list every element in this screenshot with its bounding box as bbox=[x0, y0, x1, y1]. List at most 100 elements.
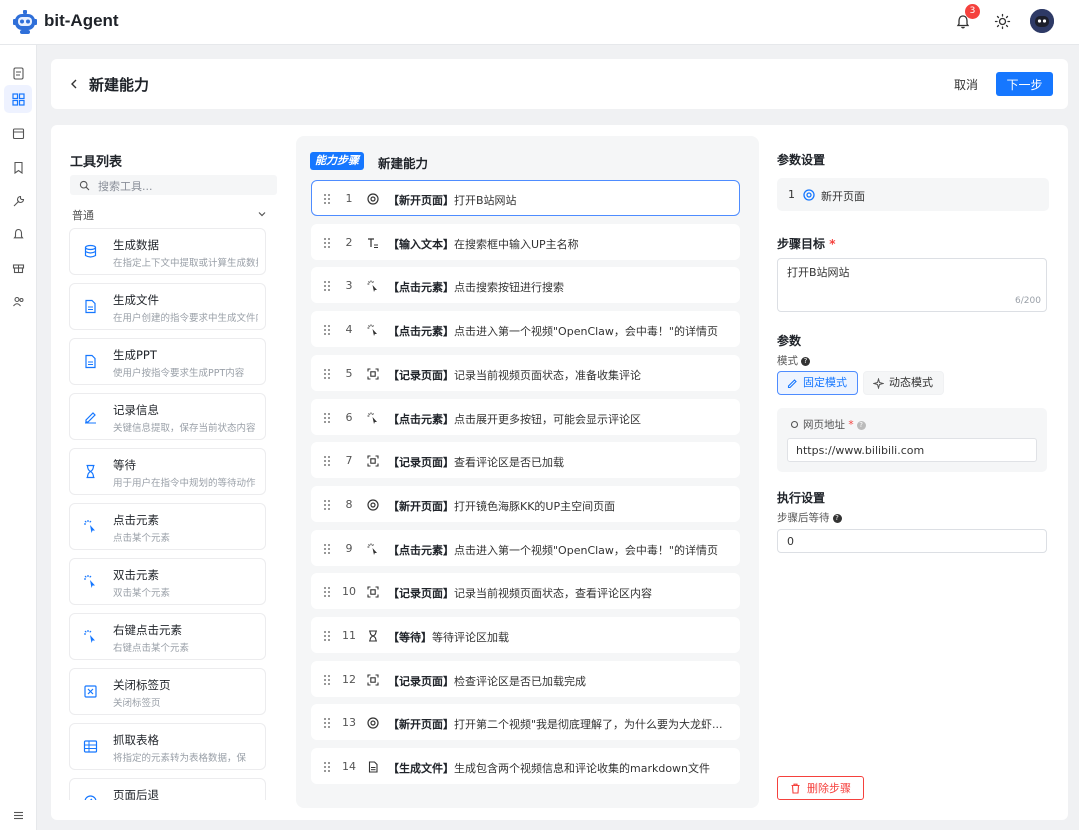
delete-step-button[interactable]: 删除步骤 bbox=[777, 776, 864, 800]
tool-item-click[interactable]: 点击元素 点击某个元素 bbox=[69, 503, 266, 550]
sidebar-collapse-button[interactable] bbox=[4, 801, 32, 829]
chevron-down-icon[interactable] bbox=[257, 209, 267, 219]
step-row[interactable]: 11 【等待】等待评论区加载 bbox=[311, 617, 740, 653]
bookmark-icon bbox=[13, 161, 23, 174]
goal-char-count: 6/200 bbox=[1015, 296, 1041, 306]
tool-item-wait[interactable]: 等待 用于用户在指令中规划的等待动作 bbox=[69, 448, 266, 495]
step-row[interactable]: 13 【新开页面】打开第二个视频"我是彻底理解了，为什么要为大龙虾... bbox=[311, 704, 740, 741]
sidebar-item-bookmarks[interactable] bbox=[4, 153, 32, 181]
drag-handle-icon[interactable] bbox=[323, 630, 331, 642]
step-row[interactable]: 1 【新开页面】打开B站网站 bbox=[311, 180, 740, 216]
notification-badge: 3 bbox=[965, 4, 980, 19]
sidebar-item-tools[interactable] bbox=[4, 187, 32, 215]
step-label: 【等待】等待评论区加载 bbox=[388, 629, 509, 645]
tool-group-label[interactable]: 普通 bbox=[72, 207, 94, 223]
tool-item-record-info[interactable]: 记录信息 关键信息提取，保存当前状态内容 bbox=[69, 393, 266, 440]
drag-handle-icon[interactable] bbox=[323, 543, 331, 555]
drag-handle-icon[interactable] bbox=[323, 717, 331, 729]
chrome-icon bbox=[367, 499, 379, 511]
tool-item-generate-ppt[interactable]: 生成PPT 使用户按指令要求生成PPT内容 bbox=[69, 338, 266, 385]
step-row[interactable]: 10 【记录页面】记录当前视频页面状态，查看评论区内容 bbox=[311, 573, 740, 610]
step-type: 【记录页面】 bbox=[388, 368, 454, 382]
drag-handle-icon[interactable] bbox=[323, 455, 331, 467]
tool-item-generate-data[interactable]: 生成数据 在指定上下文中提取或计算生成数据 bbox=[69, 228, 266, 275]
tool-desc: 关键信息提取，保存当前状态内容 bbox=[113, 423, 256, 434]
step-row[interactable]: 9 【点击元素】点击进入第一个视频"OpenClaw，会中毒！"的详情页 bbox=[311, 529, 740, 566]
step-row[interactable]: 8 【新开页面】打开镜色海豚KK的UP主空间页面 bbox=[311, 485, 740, 522]
step-text: 点击进入第一个视频"OpenClaw，会中毒！"的详情页 bbox=[454, 325, 718, 339]
tool-desc: 关闭标签页 bbox=[113, 698, 161, 709]
drag-handle-icon[interactable] bbox=[323, 761, 331, 773]
next-step-button[interactable]: 下一步 bbox=[996, 72, 1053, 96]
tool-item-extract-table[interactable]: 抓取表格 将指定的元素转为表格数据，保 bbox=[69, 723, 266, 770]
step-number: 7 bbox=[345, 454, 353, 468]
step-row[interactable]: 6 【点击元素】点击展开更多按钮，可能会显示评论区 bbox=[311, 398, 740, 435]
drag-handle-icon[interactable] bbox=[323, 586, 331, 598]
editor-card: 工具列表 搜索工具... 普通 生成数据 在指定上下文中提取或计算生成数据 生成… bbox=[51, 125, 1068, 820]
step-text: 记录当前视频页面状态，查看评论区内容 bbox=[454, 587, 652, 601]
step-number: 6 bbox=[345, 410, 353, 424]
step-row[interactable]: 14 【生成文件】生成包含两个视频信息和评论收集的markdown文件 bbox=[311, 748, 740, 785]
help-icon[interactable]: ? bbox=[832, 514, 842, 523]
step-number: 11 bbox=[342, 629, 356, 642]
step-row[interactable]: 5 【记录页面】记录当前视频页面状态，准备收集评论 bbox=[311, 354, 740, 391]
cancel-button[interactable]: 取消 bbox=[944, 72, 988, 96]
step-row[interactable]: 4 【点击元素】点击进入第一个视频"OpenClaw，会中毒！"的详情页 bbox=[311, 311, 740, 348]
step-row[interactable]: 3 【点击元素】点击搜索按钮进行搜索 bbox=[311, 267, 740, 304]
tool-item-page-back[interactable]: 页面后退 bbox=[69, 778, 266, 800]
grid-icon bbox=[11, 92, 25, 106]
avatar[interactable] bbox=[1030, 9, 1054, 33]
step-label: 【点击元素】点击进入第一个视频"OpenClaw，会中毒！"的详情页 bbox=[388, 323, 718, 339]
step-row[interactable]: 2 【输入文本】在搜索框中输入UP主名称 bbox=[311, 223, 740, 260]
step-label: 【新开页面】打开B站网站 bbox=[388, 192, 517, 208]
back-arrow-icon[interactable] bbox=[67, 77, 81, 91]
sidebar-item-capabilities[interactable] bbox=[4, 85, 32, 113]
sidebar-item-store[interactable] bbox=[4, 253, 32, 281]
drag-handle-icon[interactable] bbox=[323, 412, 331, 424]
goal-label: 步骤目标 * bbox=[777, 235, 835, 252]
sidebar-item-calendar[interactable] bbox=[4, 119, 32, 147]
theme-toggle-icon[interactable] bbox=[994, 13, 1011, 30]
static-mode-button[interactable]: 固定模式 bbox=[777, 371, 858, 395]
step-row[interactable]: 7 【记录页面】查看评论区是否已加载 bbox=[311, 442, 740, 479]
tool-name: 生成PPT bbox=[113, 348, 157, 362]
tool-item-generate-file[interactable]: 生成文件 在用户创建的指令要求中生成文件内容 bbox=[69, 283, 266, 330]
url-input[interactable] bbox=[787, 438, 1037, 462]
step-text: 点击展开更多按钮，可能会显示评论区 bbox=[454, 412, 641, 426]
back-icon bbox=[84, 795, 97, 800]
drag-handle-icon[interactable] bbox=[323, 368, 331, 380]
step-number: 4 bbox=[345, 323, 353, 337]
tool-item-close-tab[interactable]: 关闭标签页 关闭标签页 bbox=[69, 668, 266, 715]
sidebar-item-notifications[interactable] bbox=[4, 220, 32, 248]
drag-handle-icon[interactable] bbox=[323, 674, 331, 686]
table-icon bbox=[83, 740, 98, 753]
static-mode-label: 固定模式 bbox=[803, 376, 847, 389]
top-bar: bit-Agent 3 bbox=[0, 0, 1079, 45]
step-text: 等待评论区加载 bbox=[432, 631, 509, 644]
url-label-text: 网页地址 bbox=[803, 419, 845, 431]
app-title: bit-Agent bbox=[44, 11, 119, 30]
tool-item-right-click[interactable]: 右键点击元素 右键点击某个元素 bbox=[69, 613, 266, 660]
tool-item-double-click[interactable]: 双击元素 双击某个元素 bbox=[69, 558, 266, 605]
help-icon[interactable]: ? bbox=[856, 421, 866, 430]
mode-label-text: 模式 bbox=[777, 355, 798, 367]
drag-handle-icon[interactable] bbox=[323, 193, 331, 205]
dynamic-mode-button[interactable]: 动态模式 bbox=[863, 371, 944, 395]
text-input-icon bbox=[368, 238, 378, 248]
required-mark: * bbox=[848, 419, 854, 431]
sidebar-item-documents[interactable] bbox=[4, 59, 32, 87]
step-number: 1 bbox=[345, 192, 353, 205]
sidebar-item-users[interactable] bbox=[4, 287, 32, 315]
drag-handle-icon[interactable] bbox=[323, 280, 331, 292]
wait-input[interactable] bbox=[777, 529, 1047, 553]
drag-handle-icon[interactable] bbox=[323, 237, 331, 249]
drag-handle-icon[interactable] bbox=[323, 324, 331, 336]
goal-textarea[interactable]: 打开B站网站 bbox=[777, 258, 1047, 312]
step-type: 【点击元素】 bbox=[388, 543, 454, 557]
selected-step-num: 1 bbox=[788, 188, 795, 201]
sparkle-icon bbox=[873, 378, 884, 389]
help-icon[interactable]: ? bbox=[801, 357, 810, 366]
drag-handle-icon[interactable] bbox=[323, 499, 331, 511]
right-click-icon bbox=[84, 630, 95, 643]
step-row[interactable]: 12 【记录页面】检查评论区是否已加载完成 bbox=[311, 660, 740, 697]
